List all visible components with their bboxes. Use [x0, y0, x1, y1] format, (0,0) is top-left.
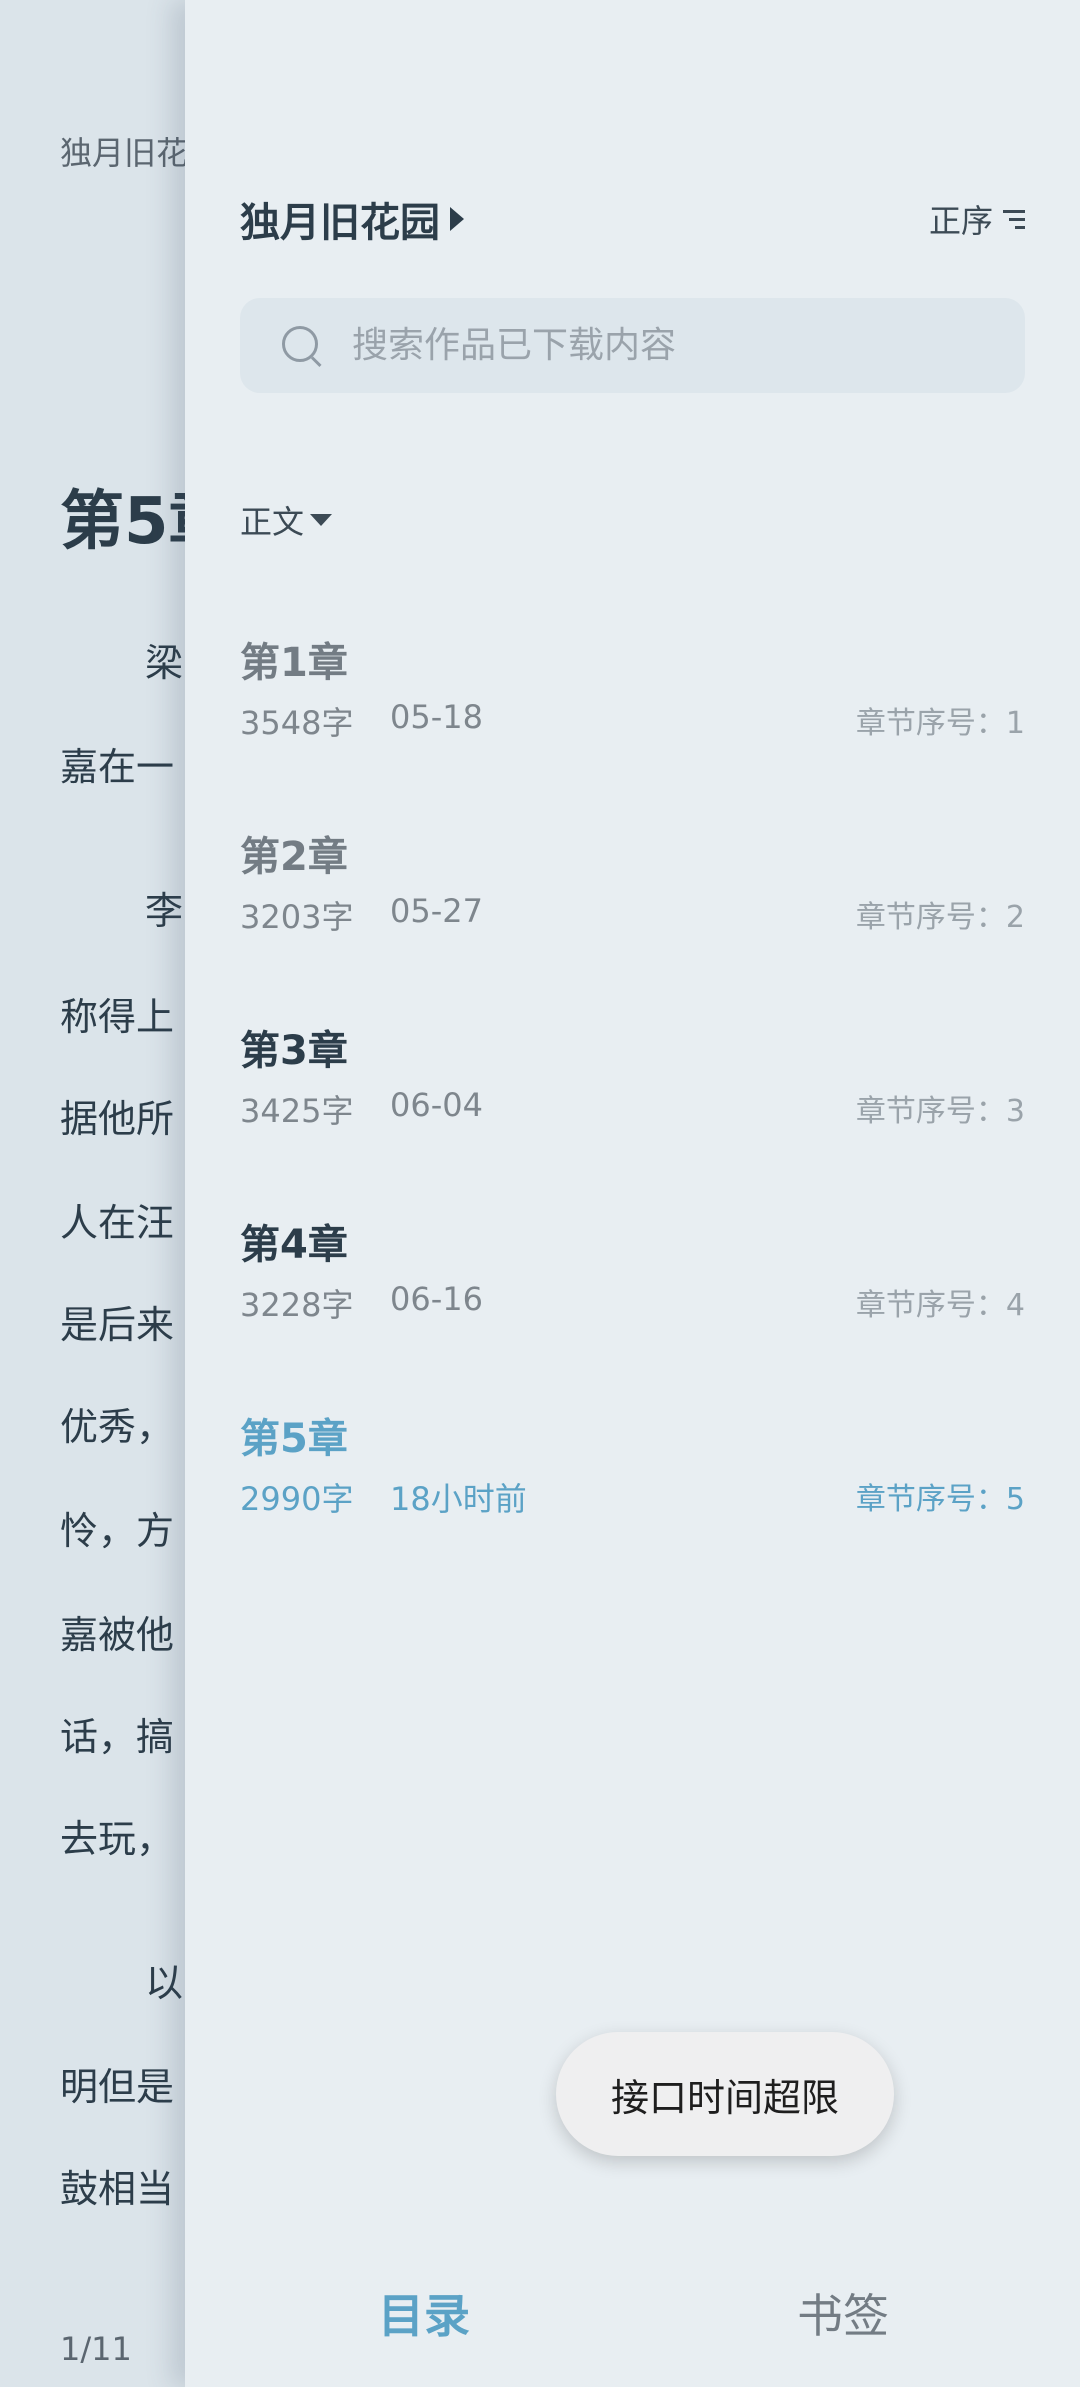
chapter-sequence: 章节序号：2 — [855, 900, 1025, 935]
reader-text-line: 以 — [145, 1961, 184, 2005]
reader-text-line: 去玩， — [60, 1817, 175, 1861]
toc-drawer: 独月旧花园 正序 正文 第1章 3548字 05-18 章节序号：1 第2章 3203字 0… — [185, 0, 1080, 2387]
chapter-item[interactable]: 第4章 3228字 06-16 章节序号：4 — [240, 1200, 1025, 1394]
page-indicator: 1/11 — [60, 2330, 132, 2368]
reader-text-line: 话，搞 — [60, 1715, 175, 1759]
sort-order-toggle[interactable]: 正序 — [929, 196, 1025, 242]
chapter-date: 06-04 — [390, 1086, 483, 1124]
reader-text-line: 据他所 — [60, 1097, 175, 1141]
chapter-date: 06-16 — [390, 1280, 483, 1318]
chapter-sequence: 章节序号：5 — [855, 1482, 1025, 1517]
volume-dropdown[interactable]: 正文 — [240, 497, 333, 543]
book-title-text: 独月旧花园 — [240, 200, 440, 246]
reader-text-line: 梁 — [145, 641, 184, 685]
chapter-word-count: 3228字 — [240, 1286, 354, 1324]
chapter-word-count: 3548字 — [240, 704, 354, 742]
reader-text-line: 李 — [145, 889, 184, 933]
chapter-word-count: 3425字 — [240, 1092, 354, 1130]
chapter-title: 第1章 — [240, 640, 348, 686]
chapter-title: 第3章 — [240, 1028, 348, 1074]
chapter-sequence: 章节序号：3 — [855, 1094, 1025, 1129]
reader-book-title: 独月旧花 — [60, 134, 189, 172]
chapter-date: 18小时前 — [390, 1480, 527, 1518]
chapter-sequence: 章节序号：4 — [855, 1288, 1025, 1323]
volume-label: 正文 — [240, 503, 305, 541]
reader-text-line: 鼓相当 — [60, 2167, 175, 2211]
chapter-word-count: 2990字 — [240, 1480, 354, 1518]
search-input[interactable] — [350, 324, 954, 367]
reader-text-line: 优秀， — [60, 1405, 175, 1449]
sort-icon — [997, 205, 1025, 233]
tab-bookmark[interactable]: 书签 — [797, 2280, 889, 2346]
book-title-link[interactable]: 独月旧花园 — [240, 190, 464, 248]
tab-toc[interactable]: 目录 — [378, 2280, 470, 2346]
chapter-item[interactable]: 第2章 3203字 05-27 章节序号：2 — [240, 812, 1025, 1006]
chapter-list: 第1章 3548字 05-18 章节序号：1 第2章 3203字 05-27 章节序号：2 第3… — [240, 618, 1025, 1588]
reader-text-line: 明但是 — [60, 2065, 175, 2109]
chapter-date: 05-18 — [390, 698, 483, 736]
reader-text-line: 称得上 — [60, 995, 175, 1039]
search-icon — [280, 324, 324, 368]
reader-text-line: 是后来 — [60, 1303, 175, 1347]
reader-text-line: 嘉被他 — [60, 1613, 175, 1657]
reader-text-line: 人在汪 — [60, 1201, 175, 1245]
chapter-item[interactable]: 第5章 2990字 18小时前 章节序号：5 — [240, 1394, 1025, 1588]
chapter-item[interactable]: 第1章 3548字 05-18 章节序号：1 — [240, 618, 1025, 812]
chapter-sequence: 章节序号：1 — [855, 706, 1025, 741]
drawer-header: 独月旧花园 正序 — [240, 190, 1025, 250]
reader-text-line: 嘉在一 — [60, 745, 175, 789]
chapter-item[interactable]: 第3章 3425字 06-04 章节序号：3 — [240, 1006, 1025, 1200]
chapter-word-count: 3203字 — [240, 898, 354, 936]
chapter-title: 第5章 — [240, 1416, 348, 1462]
search-bar[interactable] — [240, 298, 1025, 393]
chapter-title: 第2章 — [240, 834, 348, 880]
chapter-date: 05-27 — [390, 892, 483, 930]
toast-message: 接口时间超限 — [556, 2032, 894, 2156]
chapter-title: 第4章 — [240, 1222, 348, 1268]
chevron-down-icon — [310, 514, 333, 526]
sort-order-label: 正序 — [928, 202, 993, 240]
caret-right-icon — [450, 207, 464, 231]
reader-text-line: 怜，方 — [60, 1509, 175, 1553]
bottom-tab-bar: 目录 书签 — [185, 2280, 1080, 2387]
